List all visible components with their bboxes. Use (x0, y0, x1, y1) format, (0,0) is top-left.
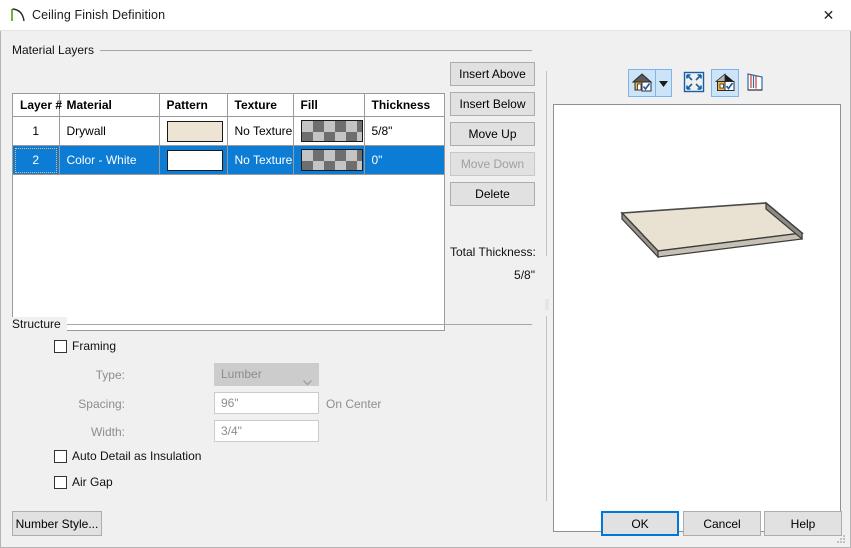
structure-group-rule (65, 324, 532, 325)
column-header-fill[interactable]: Fill (293, 94, 365, 117)
auto-detail-insulation-label: Auto Detail as Insulation (72, 449, 202, 463)
table-row[interactable]: 1 Drywall No Texture 5/8" (13, 116, 444, 146)
width-label: Width: (90, 425, 125, 439)
preview-3d-panel[interactable] (553, 104, 841, 532)
cell-texture[interactable]: No Texture (227, 116, 294, 146)
house-view-icon (631, 71, 653, 96)
move-down-button: Move Down (450, 152, 535, 176)
table-row[interactable]: 2 Color - White No Texture 0" (13, 145, 444, 175)
cell-texture[interactable]: No Texture (227, 145, 294, 175)
delete-button[interactable]: Delete (450, 182, 535, 206)
material-view-button[interactable] (711, 69, 739, 97)
cell-fill[interactable] (293, 116, 365, 146)
auto-detail-insulation-checkbox[interactable] (54, 450, 67, 463)
framing-label: Framing (72, 339, 117, 353)
chevron-down-icon (659, 76, 668, 90)
dialog-body: Material Layers Layer # Material Pattern… (0, 31, 851, 548)
cell-pattern[interactable] (159, 145, 228, 175)
fill-swatch[interactable] (300, 120, 363, 142)
cell-layer-number: 2 (13, 145, 60, 175)
chevron-down-icon (303, 372, 312, 386)
column-header-layer[interactable]: Layer # (13, 94, 62, 117)
framing-type-value: Lumber (221, 367, 262, 381)
ok-button[interactable]: OK (601, 511, 679, 536)
fit-to-screen-icon (683, 71, 705, 96)
width-input: 3/4" (214, 420, 319, 442)
cell-thickness[interactable]: 5/8" (364, 116, 444, 146)
column-header-material[interactable]: Material (59, 94, 160, 117)
move-up-button[interactable]: Move Up (450, 122, 535, 146)
table-header-row: Layer # Material Pattern Texture Fill Th… (13, 94, 444, 117)
material-layers-group-label: Material Layers (12, 43, 101, 57)
cell-pattern[interactable] (159, 116, 228, 146)
insert-below-button[interactable]: Insert Below (450, 92, 535, 116)
number-style-button[interactable]: Number Style... (12, 511, 102, 536)
insert-above-button[interactable]: Insert Above (450, 62, 535, 86)
fill-swatch[interactable] (300, 149, 363, 171)
spacing-input: 96" (214, 392, 319, 414)
resize-grip[interactable] (835, 533, 847, 545)
material-layers-table[interactable]: Layer # Material Pattern Texture Fill Th… (12, 93, 445, 331)
ceiling-slab-3d (620, 201, 804, 259)
view-mode-dropdown-button[interactable] (656, 69, 672, 97)
air-gap-checkbox[interactable] (54, 476, 67, 489)
framing-checkbox[interactable] (54, 340, 67, 353)
structure-group-label: Structure (12, 317, 67, 331)
on-center-label: On Center (326, 397, 382, 411)
title-bar: Ceiling Finish Definition ✕ (0, 0, 851, 31)
close-icon: ✕ (822, 7, 835, 23)
total-thickness-label: Total Thickness: (450, 245, 536, 259)
column-header-texture[interactable]: Texture (227, 94, 294, 117)
house-view-icon-button[interactable] (628, 69, 656, 97)
column-header-thickness[interactable]: Thickness (364, 94, 444, 117)
pattern-swatch[interactable] (166, 120, 223, 142)
fit-to-screen-button[interactable] (680, 69, 708, 97)
cell-material[interactable]: Drywall (59, 116, 160, 146)
type-label: Type: (95, 368, 125, 382)
wall-layers-icon (745, 71, 767, 96)
cell-fill[interactable] (293, 145, 365, 175)
help-button[interactable]: Help (764, 511, 842, 536)
close-button[interactable]: ✕ (806, 0, 851, 30)
splitter-grip[interactable] (545, 299, 549, 310)
total-thickness-value: 5/8" (514, 268, 535, 282)
spacing-label: Spacing: (78, 397, 125, 411)
panel-splitter[interactable] (544, 71, 549, 526)
splitter-line-bottom (546, 316, 547, 501)
wall-layers-button[interactable] (742, 69, 770, 97)
air-gap-label: Air Gap (72, 475, 113, 489)
cell-layer-number: 1 (13, 116, 60, 146)
house-material-icon (714, 71, 736, 96)
cell-thickness[interactable]: 0" (364, 145, 444, 175)
cell-material[interactable]: Color - White (59, 145, 160, 175)
material-layers-group-rule (98, 50, 532, 51)
ceiling-arc-icon (9, 7, 27, 24)
window-title: Ceiling Finish Definition (32, 8, 166, 22)
splitter-line-top (546, 71, 547, 256)
cancel-button[interactable]: Cancel (683, 511, 761, 536)
pattern-swatch[interactable] (166, 149, 223, 171)
framing-type-select: Lumber (214, 363, 319, 386)
column-header-pattern[interactable]: Pattern (159, 94, 228, 117)
